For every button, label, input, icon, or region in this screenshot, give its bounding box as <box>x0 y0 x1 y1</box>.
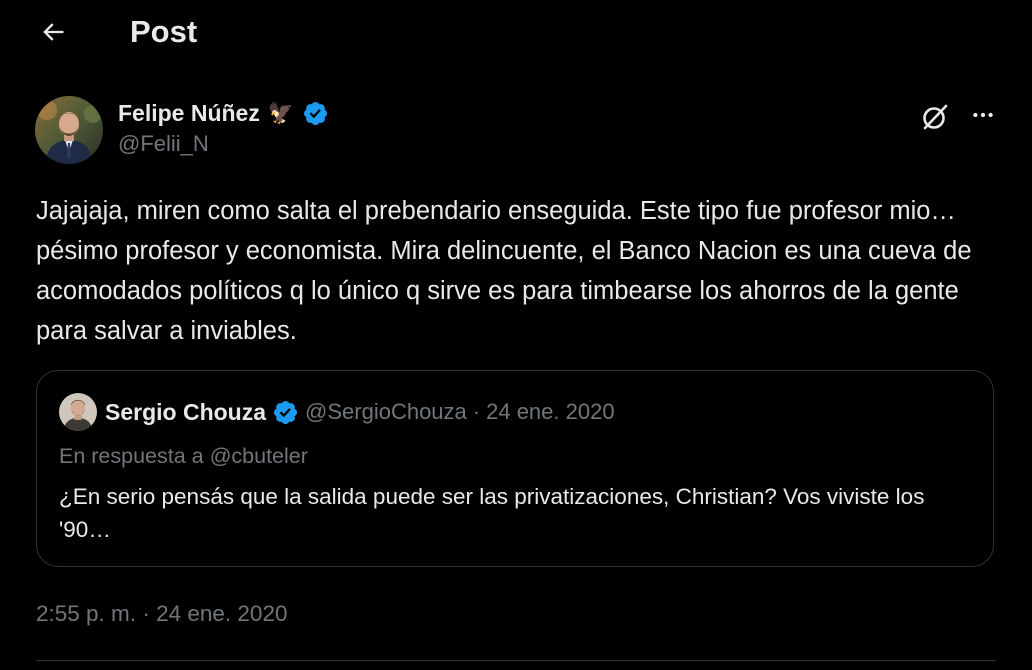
verified-badge-icon[interactable] <box>302 100 329 127</box>
quoted-post-text: ¿En serio pensás que la salida puede ser… <box>59 484 925 542</box>
post-timestamp-separator: · <box>142 601 150 626</box>
grok-button[interactable] <box>916 98 954 136</box>
back-button[interactable] <box>30 12 76 52</box>
author-name[interactable]: Felipe Núñez <box>118 100 260 127</box>
author-handle[interactable]: @Felii_N <box>118 131 209 157</box>
quoted-separator: · <box>472 399 481 424</box>
post-date[interactable]: 24 ene. 2020 <box>156 601 287 626</box>
post-timestamp: 2:55 p. m. · 24 ene. 2020 <box>36 598 287 630</box>
verified-badge-icon[interactable] <box>272 399 299 426</box>
grok-icon <box>923 104 948 130</box>
author-emoji: 🦅 <box>267 101 295 125</box>
arrow-left-icon <box>43 23 64 41</box>
more-horizontal-icon <box>973 112 993 118</box>
page-header: Post <box>0 0 1032 64</box>
more-button[interactable] <box>964 98 1002 132</box>
post-time[interactable]: 2:55 p. m. <box>36 601 136 626</box>
post-text: Jajajaja, miren como salta el prebendari… <box>36 197 972 345</box>
quoted-reply-context: En respuesta a @cbuteler <box>59 444 308 468</box>
quoted-date[interactable]: 24 ene. 2020 <box>486 399 614 425</box>
quoted-author-avatar[interactable] <box>59 393 97 431</box>
quoted-author-row: Sergio Chouza @SergioChouza · 24 ene. 20… <box>105 395 615 429</box>
page-title: Post <box>130 14 198 49</box>
quoted-author-name[interactable]: Sergio Chouza <box>105 399 266 426</box>
author-avatar[interactable] <box>35 96 103 164</box>
quoted-post-card[interactable]: Sergio Chouza @SergioChouza · 24 ene. 20… <box>36 370 994 567</box>
divider <box>36 660 996 661</box>
author-name-row: Felipe Núñez 🦅 <box>118 96 329 130</box>
quoted-author-handle[interactable]: @SergioChouza <box>305 399 467 425</box>
